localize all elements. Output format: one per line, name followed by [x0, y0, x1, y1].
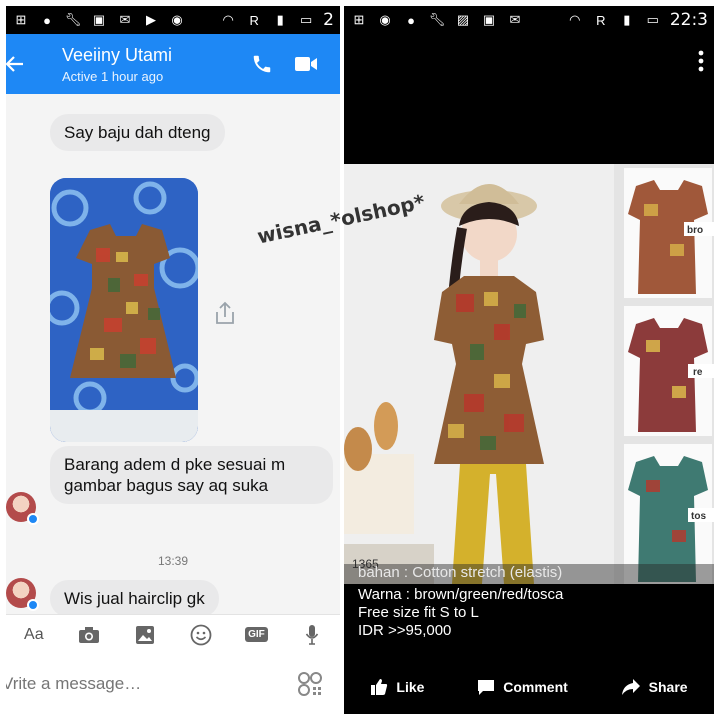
wrench-icon: 🔧︎	[64, 12, 82, 27]
roaming-icon: R	[249, 12, 259, 28]
comment-label: Comment	[503, 679, 568, 695]
phone-call-icon[interactable]	[240, 42, 284, 86]
messenger-badge-icon	[27, 513, 39, 525]
like-label: Like	[396, 679, 425, 695]
message-bubble: Barang adem d pke sesuai m gambar bagus …	[50, 446, 333, 504]
overflow-menu-icon[interactable]	[698, 50, 704, 72]
message-list: Say baju dah dteng Barang adem d pke ses…	[6, 94, 340, 634]
thumbnail[interactable]: re	[624, 306, 714, 436]
bbm-icon: ▣	[482, 12, 496, 27]
qr-code-icon[interactable]	[296, 670, 324, 698]
emoji-icon[interactable]	[186, 620, 216, 650]
conversation-header: Veeiiny Utami Active 1 hour ago	[6, 34, 340, 94]
mail-icon: ✉	[119, 12, 131, 27]
like-button[interactable]: Like	[370, 678, 424, 696]
battery-icon: ▭	[300, 12, 313, 27]
back-arrow-icon[interactable]	[6, 34, 28, 94]
contact-info[interactable]: Veeiiny Utami Active 1 hour ago	[62, 45, 240, 84]
add-icon: ⊞	[15, 12, 27, 27]
product-photo[interactable]: 1365 bro re tos	[344, 164, 714, 584]
status-bar: ⊞ ● 🔧︎ ▣ ✉ ▶ ◉ ◠ R ▮ ▭ 2	[6, 6, 340, 34]
gif-label: GIF	[245, 627, 268, 642]
status-bar: ⊞ ◉ ● 🔧︎ ▨ ▣ ✉ ◠ R ▮ ▭ 22:3	[344, 6, 714, 34]
roaming-icon: R	[596, 12, 606, 28]
photo-viewer-screenshot: ⊞ ◉ ● 🔧︎ ▨ ▣ ✉ ◠ R ▮ ▭ 22:3 1365 bro re …	[344, 6, 714, 714]
line-icon: ●	[43, 12, 51, 28]
wifi-icon: ◠	[569, 12, 581, 27]
thumbs-up-icon	[371, 679, 388, 695]
description-line: Warna : brown/green/red/tosca	[358, 586, 564, 603]
camera-icon[interactable]	[74, 620, 104, 650]
thumbnail-tag: bro	[687, 225, 703, 236]
gallery-icon[interactable]	[130, 620, 160, 650]
share-label: Share	[648, 679, 688, 695]
share-arrow-icon	[621, 679, 640, 695]
video-call-icon[interactable]	[284, 42, 328, 86]
mail-icon: ✉	[509, 12, 521, 27]
message-input[interactable]	[6, 664, 296, 704]
thumbnail-tag: tos	[691, 511, 706, 522]
messenger-icon: ◉	[379, 12, 391, 27]
messenger-badge-icon	[27, 599, 39, 611]
wrench-icon: 🔧︎	[428, 12, 446, 27]
action-bar: Like Comment Share	[344, 664, 714, 710]
composer-toolbar: Aa GIF	[6, 614, 340, 654]
status-time: 2	[323, 10, 334, 30]
messenger-screenshot: ⊞ ● 🔧︎ ▣ ✉ ▶ ◉ ◠ R ▮ ▭ 2 Veeiiny Utami A…	[6, 6, 340, 714]
battery-icon: ▭	[646, 12, 659, 27]
messenger-icon: ◉	[171, 12, 183, 27]
add-icon: ⊞	[353, 12, 365, 27]
avatar	[6, 578, 39, 611]
composer	[6, 654, 340, 714]
description-line: IDR >>95,000	[358, 622, 452, 639]
share-button[interactable]: Share	[621, 678, 688, 696]
gif-icon[interactable]: GIF	[241, 620, 271, 650]
thumbnail[interactable]: tos	[624, 444, 714, 584]
comment-icon	[478, 680, 495, 695]
contact-status: Active 1 hour ago	[62, 68, 164, 84]
signal-icon: ▮	[276, 12, 284, 27]
contact-name: Veeiiny Utami	[62, 44, 173, 65]
youtube-icon: ▶	[146, 12, 156, 27]
line-icon: ●	[407, 12, 415, 28]
wifi-icon: ◠	[222, 12, 234, 27]
description-line: Free size fit S to L	[358, 604, 479, 621]
thumbnail-tag: re	[693, 367, 703, 378]
timestamp: 13:39	[157, 554, 189, 568]
signal-icon: ▮	[623, 12, 631, 27]
status-time: 22:3	[669, 10, 708, 30]
share-icon[interactable]	[212, 300, 238, 326]
photo-caption: bahan : Cotton stretch (elastis)	[344, 564, 714, 584]
avatar	[6, 492, 39, 525]
message-bubble: Wis jual hairclip gk	[50, 580, 219, 617]
message-photo[interactable]	[50, 178, 198, 442]
aa-label: Aa	[24, 625, 44, 643]
message-bubble: Say baju dah dteng	[50, 114, 225, 151]
text-size-icon[interactable]: Aa	[19, 620, 49, 650]
gallery-icon: ▨	[456, 12, 470, 27]
thumbnail[interactable]: bro	[624, 168, 714, 298]
comment-button[interactable]: Comment	[477, 678, 568, 696]
microphone-icon[interactable]	[297, 620, 327, 650]
photo-description: Warna : brown/green/red/tosca Free size …	[344, 584, 714, 642]
bbm-icon: ▣	[92, 12, 106, 27]
